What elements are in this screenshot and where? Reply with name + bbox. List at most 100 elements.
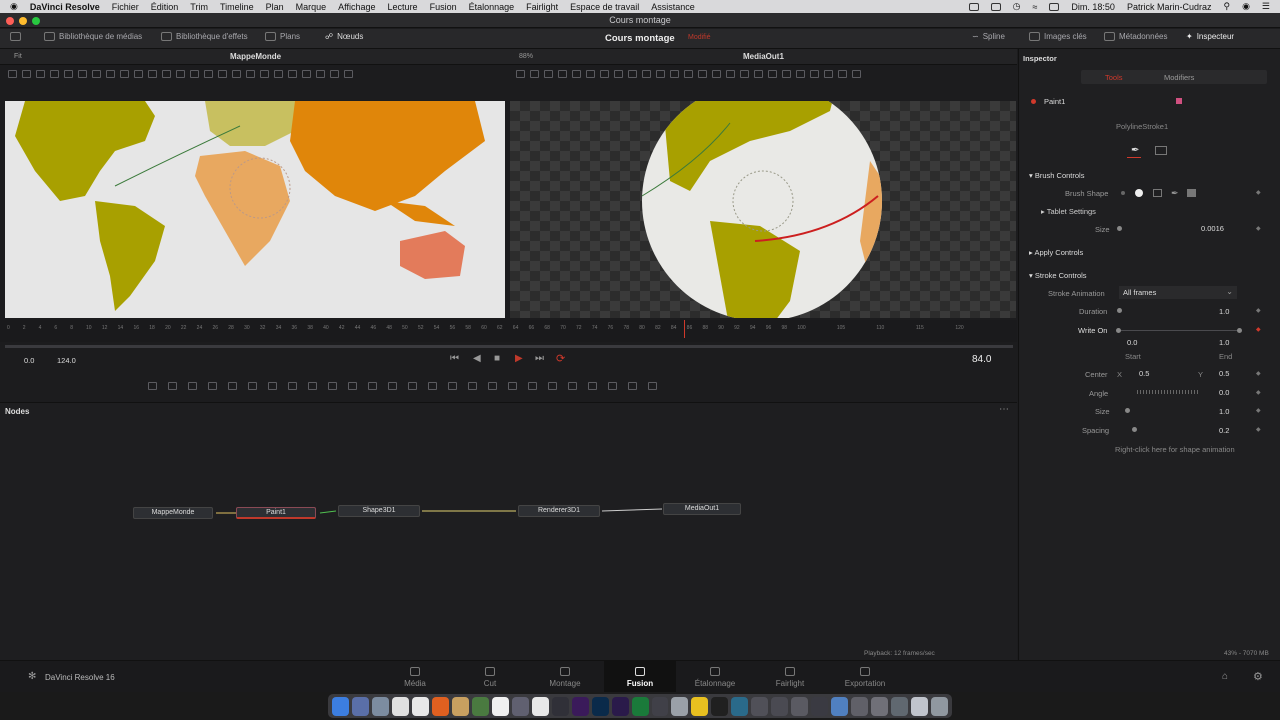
brush-tool-icon[interactable]: [810, 70, 819, 78]
select-tool-icon[interactable]: [726, 70, 735, 78]
render-range-bar[interactable]: [5, 345, 1013, 348]
node-mediaout1[interactable]: MediaOut1: [663, 503, 741, 515]
after-effects-icon[interactable]: [611, 696, 629, 716]
keyframe-diamond-icon[interactable]: ◆: [1256, 307, 1261, 314]
brush-tool-icon[interactable]: [628, 70, 637, 78]
launchpad-icon[interactable]: [371, 696, 389, 716]
spline-button[interactable]: ∽ Spline: [972, 32, 1005, 41]
brush-tool-icon[interactable]: [740, 70, 749, 78]
menu-app[interactable]: DaVinci Resolve: [30, 2, 100, 12]
keyframe-diamond-icon[interactable]: ◆: [1256, 326, 1261, 333]
trash-icon[interactable]: [931, 696, 949, 716]
app-icon[interactable]: [771, 696, 789, 716]
vectorworks-icon[interactable]: [731, 696, 749, 716]
calendar-icon[interactable]: [491, 696, 509, 716]
close-tool-icon[interactable]: [344, 70, 353, 78]
global-start-time[interactable]: 0.0: [24, 356, 34, 365]
cut-page-icon[interactable]: [485, 667, 495, 676]
stop-icon[interactable]: ■: [494, 353, 500, 364]
photos-icon[interactable]: [391, 696, 409, 716]
brush-controls-header[interactable]: ▾ Brush Controls: [1029, 171, 1084, 180]
size-slider-knob[interactable]: [1117, 226, 1122, 231]
color-tool-icon[interactable]: [308, 382, 317, 390]
center-x-value[interactable]: 0.5: [1139, 369, 1149, 378]
text-tool-icon[interactable]: [188, 382, 197, 390]
brush-pen-icon[interactable]: ✒: [1171, 188, 1179, 199]
select-tool-icon[interactable]: [516, 70, 525, 78]
write-on-end-value[interactable]: 1.0: [1219, 338, 1229, 347]
page-media[interactable]: Média: [385, 679, 445, 688]
brush-tool-icon[interactable]: [120, 70, 129, 78]
tab-modifiers[interactable]: Modifiers: [1164, 73, 1194, 82]
3d-light-icon[interactable]: [648, 382, 657, 390]
menu-edition[interactable]: Édition: [151, 2, 179, 12]
merge-tool-icon[interactable]: [328, 382, 337, 390]
left-viewer[interactable]: [5, 101, 505, 318]
settings-gear-icon[interactable]: ⚙: [1253, 670, 1263, 683]
polygon-tool-icon[interactable]: [248, 382, 257, 390]
chrome-icon[interactable]: [411, 696, 429, 716]
spacing-value[interactable]: 0.2: [1219, 426, 1229, 435]
page-fusion[interactable]: Fusion: [610, 679, 670, 688]
fairlight-page-icon[interactable]: [785, 667, 795, 676]
media-page-icon[interactable]: [410, 667, 420, 676]
spacing-slider-knob[interactable]: [1132, 427, 1137, 432]
play-reverse-icon[interactable]: ◀: [473, 353, 481, 364]
circle-tool-icon[interactable]: [754, 70, 763, 78]
firefox-icon[interactable]: [431, 696, 449, 716]
particle-tool-icon[interactable]: [228, 382, 237, 390]
keyframe-diamond-icon[interactable]: ◆: [1256, 389, 1261, 396]
brush-tool-icon[interactable]: [22, 70, 31, 78]
brush-tool-icon[interactable]: [232, 70, 241, 78]
menu-assistance[interactable]: Assistance: [651, 2, 695, 12]
downloads-icon[interactable]: [911, 696, 929, 716]
brush-tool-icon[interactable]: [838, 70, 847, 78]
center-y-value[interactable]: 0.5: [1219, 369, 1229, 378]
paint-tool-icon[interactable]: [168, 382, 177, 390]
brush-tool-icon[interactable]: [288, 70, 297, 78]
brush-tool-icon[interactable]: [316, 70, 325, 78]
brush-image-icon[interactable]: [1153, 189, 1162, 197]
node-shape3d1[interactable]: Shape3D1: [338, 505, 420, 517]
select-tool-icon[interactable]: [8, 70, 17, 78]
menu-affichage[interactable]: Affichage: [338, 2, 375, 12]
write-on-end-knob[interactable]: [1237, 328, 1242, 333]
3d-shape-icon[interactable]: [568, 382, 577, 390]
bspline-mask-icon[interactable]: [488, 382, 497, 390]
brush-tool-icon[interactable]: [148, 70, 157, 78]
crop-tool-icon[interactable]: [408, 382, 417, 390]
paint-brush-icon[interactable]: ✒: [1131, 145, 1139, 156]
photoshop-icon[interactable]: [591, 696, 609, 716]
chrome-alt-icon[interactable]: [691, 696, 709, 716]
brush-tool-icon[interactable]: [36, 70, 45, 78]
stroke-animation-dropdown[interactable]: All frames ⌄: [1119, 286, 1237, 299]
background-tool-icon[interactable]: [148, 382, 157, 390]
battery-icon[interactable]: [1049, 2, 1060, 11]
resize-tool-icon[interactable]: [428, 382, 437, 390]
duration-slider-knob[interactable]: [1117, 308, 1122, 313]
menu-fusion[interactable]: Fusion: [430, 2, 457, 12]
polyline-tool-icon[interactable]: [782, 70, 791, 78]
playhead[interactable]: [684, 320, 685, 338]
menu-fairlight[interactable]: Fairlight: [526, 2, 558, 12]
metadata-button[interactable]: Métadonnées: [1104, 32, 1167, 41]
global-end-time[interactable]: 124.0: [57, 356, 76, 365]
brush-tool-icon[interactable]: [712, 70, 721, 78]
spotlight-search-icon[interactable]: ⚲: [1223, 1, 1230, 12]
brush-tool-icon[interactable]: [190, 70, 199, 78]
left-viewer-fit-dropdown[interactable]: Fit: [14, 53, 22, 60]
clock-icon[interactable]: ◷: [1013, 1, 1021, 12]
tool-color-swatch[interactable]: [1176, 98, 1182, 104]
fill-tool-icon[interactable]: [106, 70, 115, 78]
fill-tool-icon[interactable]: [614, 70, 623, 78]
write-on-start-value[interactable]: 0.0: [1127, 338, 1137, 347]
curve-tool-icon[interactable]: [64, 70, 73, 78]
circle-tool-icon[interactable]: [586, 70, 595, 78]
brush-tool-icon[interactable]: [50, 70, 59, 78]
right-viewer-zoom-dropdown[interactable]: 88%: [519, 53, 533, 60]
color-page-icon[interactable]: [710, 667, 720, 676]
bspline-tool-icon[interactable]: [268, 382, 277, 390]
brush-tool-icon[interactable]: [544, 70, 553, 78]
brush-tool-icon[interactable]: [558, 70, 567, 78]
app-icon[interactable]: [811, 696, 829, 716]
